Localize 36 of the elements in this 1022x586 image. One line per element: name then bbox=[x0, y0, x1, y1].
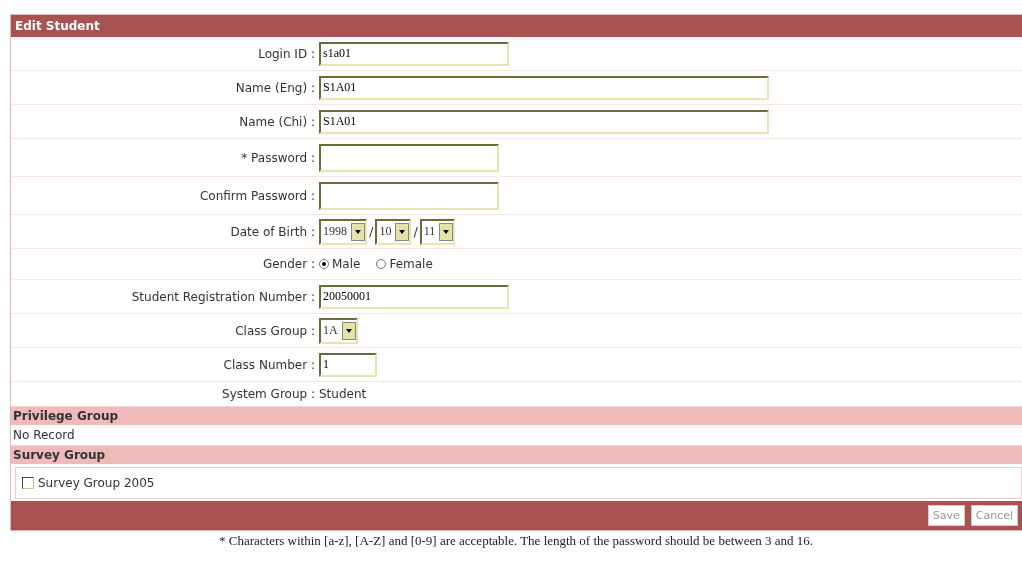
input-field[interactable]: S1A01 bbox=[319, 75, 769, 100]
field-label: System Group : bbox=[221, 387, 316, 401]
input-field[interactable] bbox=[319, 143, 499, 172]
field-label: Date of Birth : bbox=[229, 224, 316, 239]
radio-label: Female bbox=[389, 257, 433, 271]
dropdown[interactable]: 1998 bbox=[319, 218, 367, 245]
field-label: Name (Eng) : bbox=[234, 80, 316, 95]
field-label: Class Number : bbox=[222, 357, 316, 372]
field-label: Confirm Password : bbox=[198, 188, 316, 203]
password-note: * Characters within [a-z], [A-Z] and [0-9] are acceptable. The length of the password should be between 3 and 16. bbox=[218, 532, 814, 549]
field-label: Name (Chi) : bbox=[238, 114, 316, 129]
checkbox[interactable] bbox=[22, 477, 34, 489]
field-label: Gender : bbox=[261, 257, 316, 271]
input-field[interactable]: S1A01 bbox=[319, 109, 769, 134]
input-field[interactable]: 20050001 bbox=[319, 284, 509, 309]
dropdown[interactable]: 11 bbox=[419, 218, 456, 245]
panel-title: Edit Student bbox=[11, 15, 1022, 37]
empty-message: No Record bbox=[12, 427, 76, 444]
field-label: * Password : bbox=[240, 150, 316, 165]
input-field[interactable]: s1a01 bbox=[319, 41, 509, 66]
radio-button[interactable] bbox=[376, 259, 387, 269]
date-separator: / bbox=[369, 224, 374, 239]
input-field[interactable] bbox=[319, 181, 499, 210]
section-header: Survey Group bbox=[11, 445, 1022, 464]
field-label: Login ID : bbox=[257, 46, 316, 61]
field-value: Student bbox=[319, 387, 367, 401]
dropdown[interactable]: 1A bbox=[319, 317, 358, 344]
radio-button[interactable] bbox=[319, 259, 329, 269]
field-label: Class Group : bbox=[234, 323, 316, 338]
input-field[interactable]: 1 bbox=[319, 352, 377, 377]
checkbox-label: Survey Group 2005 bbox=[38, 476, 155, 490]
date-separator: / bbox=[413, 224, 418, 239]
section-header: Privilege Group bbox=[11, 406, 1022, 425]
field-label: Student Registration Number : bbox=[130, 289, 316, 304]
radio-label: Male bbox=[332, 257, 361, 271]
dropdown[interactable]: 10 bbox=[375, 218, 412, 245]
